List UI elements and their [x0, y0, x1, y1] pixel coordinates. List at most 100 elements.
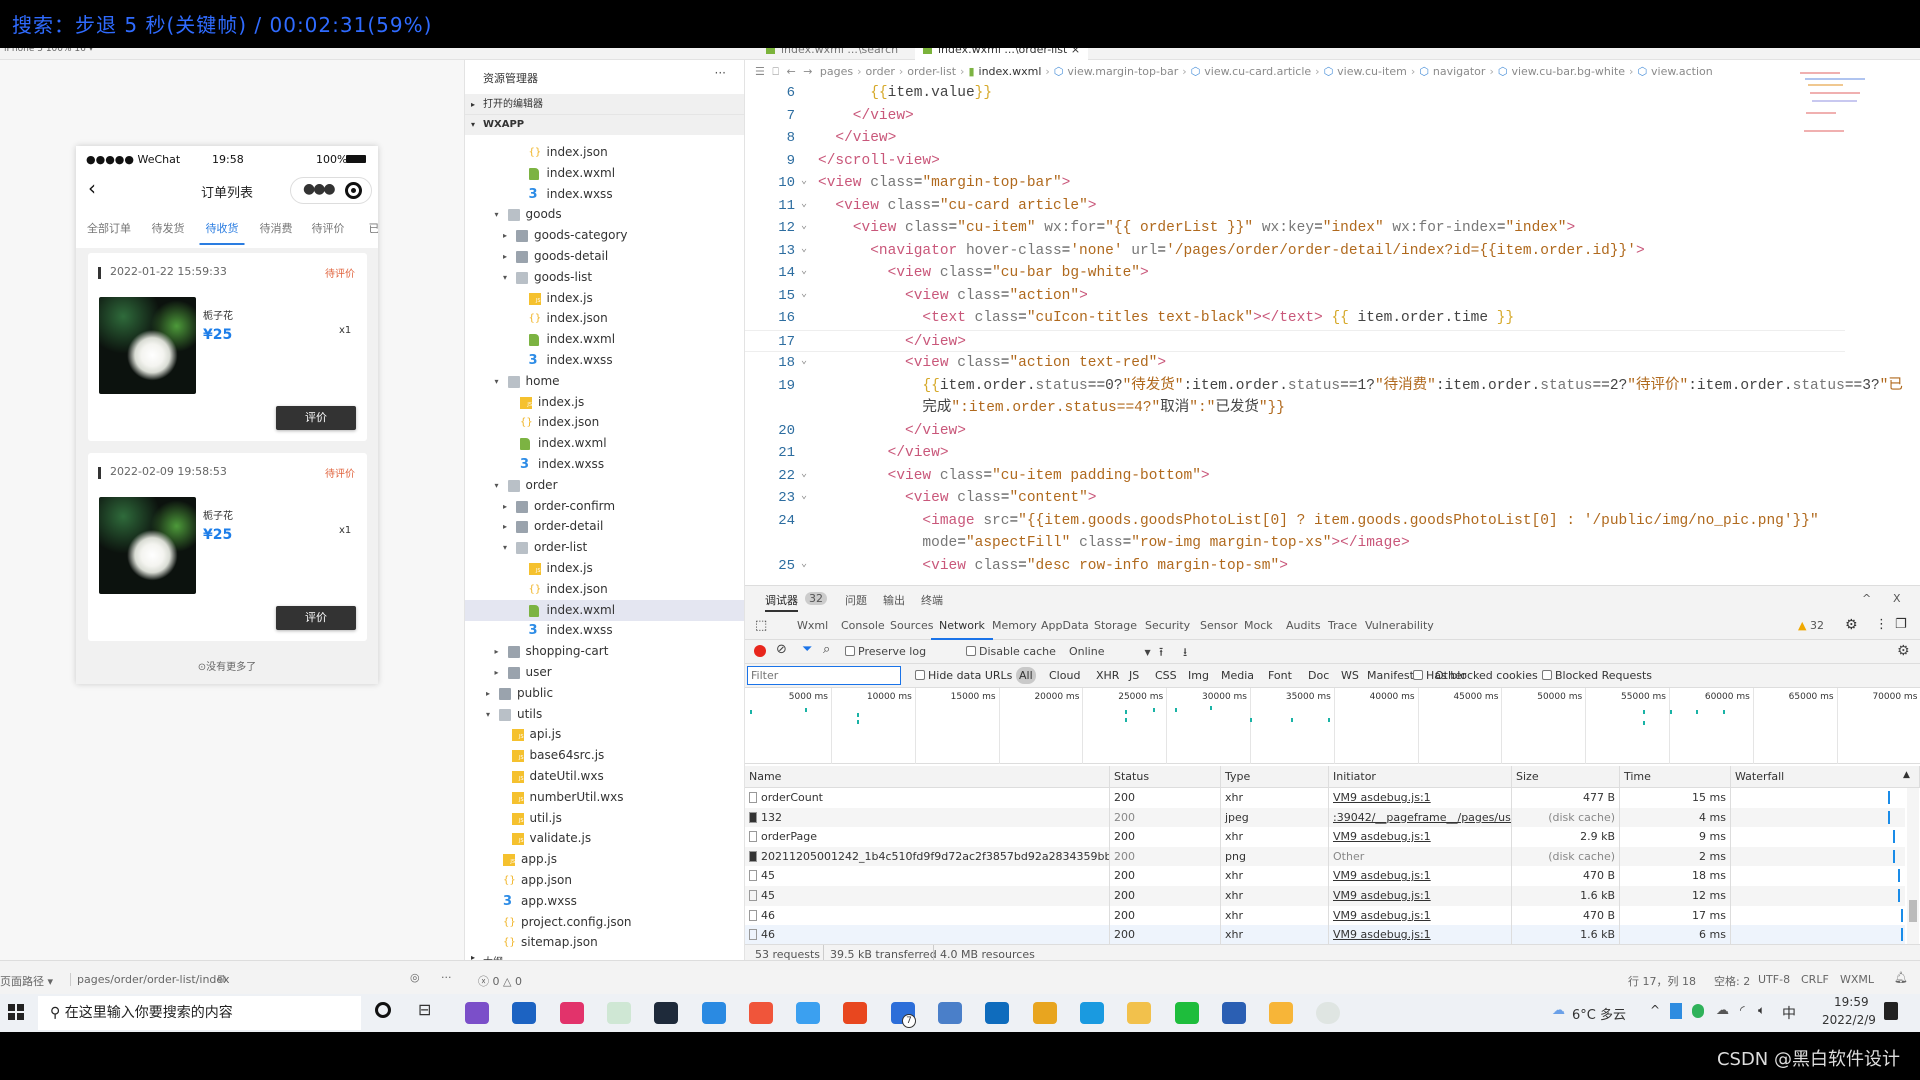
caret-down-icon[interactable]: ▾ [503, 537, 507, 558]
file-validate.js[interactable]: JS validate.js [465, 828, 744, 849]
preserve-log-checkbox[interactable]: Preserve log [845, 645, 926, 658]
caret-right-icon[interactable]: ▸ [486, 683, 490, 704]
folder-order[interactable]: ▾ order [465, 475, 744, 496]
outlook-icon[interactable] [985, 1002, 1010, 1024]
folder-goods-list[interactable]: ▾ goods-list [465, 267, 744, 288]
back-arrow-icon[interactable]: ← [786, 65, 799, 78]
file-app.json[interactable]: {} app.json [465, 870, 744, 891]
sort-arrow-icon[interactable]: ▲ [1903, 770, 1910, 780]
tab-sensor[interactable]: Sensor [1200, 619, 1238, 632]
network-settings-icon[interactable]: ⚙ [1897, 643, 1910, 659]
tab-wxml[interactable]: Wxml [797, 619, 828, 632]
bookmark-icon[interactable]: ⎕ [772, 65, 782, 78]
breadcrumb-item[interactable]: view.cu-card.article [1204, 65, 1311, 78]
folder-goods-category[interactable]: ▸ goods-category [465, 225, 744, 246]
breadcrumb-item[interactable]: order-list [907, 65, 956, 78]
indentation[interactable]: 空格: 2 [1714, 973, 1750, 989]
file-index.js[interactable]: JS index.js [465, 558, 744, 579]
file-index.js[interactable]: JS index.js [465, 392, 744, 413]
wifi-icon[interactable]: ◜ [1740, 1003, 1745, 1017]
breadcrumb-item[interactable]: pages [820, 65, 853, 78]
taskbar-search-box[interactable]: ⚲ 在这里输入你要搜索的内容 [38, 996, 361, 1030]
file-explorer-icon[interactable] [1127, 1002, 1152, 1024]
disable-cache-checkbox[interactable]: Disable cache [966, 645, 1056, 658]
filter-type-ws[interactable]: WS [1341, 669, 1359, 682]
code-line[interactable]: 6 {{item.value}} [745, 82, 1845, 105]
table-row[interactable]: 20211205001242_1b4c510fd9f9d72ac2f3857bd… [745, 846, 1905, 867]
table-row[interactable]: 46 200 xhr VM9 asdebug.js:1 470 B 17 ms [745, 905, 1905, 926]
tray-app-icon[interactable] [1670, 1003, 1682, 1019]
code-line[interactable]: mode="aspectFill" class="row-img margin-… [745, 532, 1845, 555]
export-har-icon[interactable]: ⭳ [1183, 643, 1187, 664]
breadcrumb-item[interactable]: index.wxml [979, 65, 1042, 78]
task-view-icon[interactable]: ⊟ [418, 1000, 431, 1019]
column-header-size[interactable]: Size [1512, 766, 1620, 788]
tab-trace[interactable]: Trace [1328, 619, 1357, 632]
table-row[interactable]: orderPage 200 xhr VM9 asdebug.js:1 2.9 kB 9 m… [745, 827, 1905, 847]
folder-goods[interactable]: ▾ goods [465, 204, 744, 225]
filter-type-img[interactable]: Img [1188, 669, 1209, 682]
fold-chevron-icon[interactable]: ⌄ [801, 555, 807, 575]
order-card[interactable]: 2022-02-09 19:58:53 待评价 栀子花 ¥25 x1 评价 [88, 453, 367, 641]
column-header-initiator[interactable]: Initiator [1329, 766, 1512, 788]
caret-right-icon[interactable]: ▸ [495, 641, 499, 662]
collapse-icon[interactable]: ^ [1862, 592, 1871, 605]
file-app.js[interactable]: JS app.js [465, 849, 744, 870]
tab-to-consume[interactable]: 待消费 [260, 220, 293, 236]
code-line[interactable]: 9 </scroll-view> [745, 150, 1845, 173]
code-line[interactable]: 13 ⌄ <navigator hover-class='none' url='/… [745, 240, 1845, 263]
volume-icon[interactable]: 🔈︎ [1758, 1003, 1765, 1018]
clear-icon[interactable]: ⊘ [776, 642, 787, 657]
code-line[interactable]: 21 </view> [745, 442, 1845, 465]
show-hidden-icons[interactable]: ^ [1650, 1003, 1660, 1017]
wechat-tray-icon[interactable] [1692, 1004, 1704, 1018]
filter-type-cloud[interactable]: Cloud [1049, 669, 1080, 682]
code-line[interactable]: 20 </view> [745, 420, 1845, 443]
caret-down-icon[interactable]: ▾ [495, 475, 499, 496]
caret-right-icon[interactable]: ▸ [495, 662, 499, 683]
folder-goods-detail[interactable]: ▸ goods-detail [465, 246, 744, 267]
settings-icon[interactable]: ⚙ [1845, 617, 1858, 633]
filter-type-doc[interactable]: Doc [1308, 669, 1329, 682]
tab-vulnerability[interactable]: Vulnerability [1365, 619, 1434, 632]
more-icon[interactable]: ··· [715, 66, 726, 80]
filter-input[interactable] [747, 666, 901, 685]
line-ending[interactable]: CRLF [1801, 973, 1829, 986]
file-util.js[interactable]: JS util.js [465, 808, 744, 829]
more-icon[interactable]: ●●● [303, 181, 336, 197]
file-index.json[interactable]: {} index.json [465, 142, 744, 163]
tab-to-review[interactable]: 待评价 [312, 220, 345, 236]
iqiyi-icon[interactable] [1174, 1002, 1199, 1024]
folder-shopping-cart[interactable]: ▸ shopping-cart [465, 641, 744, 662]
filter-type-media[interactable]: Media [1221, 669, 1254, 682]
caret-down-icon[interactable]: ▾ [503, 267, 507, 288]
close-icon[interactable]: X [1893, 592, 1901, 605]
tab-to-receive[interactable]: 待收货 [199, 220, 245, 245]
has-blocked-cookies-checkbox[interactable]: Has blocked cookies [1413, 669, 1538, 682]
dock-icon[interactable]: ❐ [1895, 617, 1907, 632]
folder-home[interactable]: ▾ home [465, 371, 744, 392]
order-card[interactable]: 2022-01-22 15:59:33 待评价 栀子花 ¥25 x1 评价 [88, 253, 367, 441]
file-index.wxml[interactable]: index.wxml [465, 163, 744, 184]
language-mode[interactable]: WXML [1840, 973, 1874, 986]
fold-chevron-icon[interactable]: ⌄ [801, 352, 807, 372]
vscode-icon[interactable] [701, 1002, 726, 1024]
table-row[interactable]: 45 200 xhr VM9 asdebug.js:1 470 B 18 ms [745, 866, 1905, 886]
import-har-icon[interactable]: ⭱ [1159, 643, 1163, 664]
folder-order-list[interactable]: ▾ order-list [465, 537, 744, 558]
file-index.js[interactable]: JS index.js [465, 288, 744, 309]
table-scrollbar[interactable] [1907, 788, 1919, 945]
page-path[interactable]: pages/order/order-list/index [70, 973, 230, 986]
code-line[interactable]: 18 ⌄ <view class="action text-red"> [745, 352, 1845, 375]
code-line[interactable]: 完成":item.order.status==4?"取消":"已发货"}} [745, 397, 1845, 420]
cursor-position[interactable]: 行 17，列 18 [1628, 973, 1696, 989]
caret-down-icon[interactable]: ▾ [495, 371, 499, 392]
file-index.wxml[interactable]: index.wxml [465, 329, 744, 350]
cell-initiator[interactable]: VM9 asdebug.js:1 [1329, 886, 1512, 906]
table-row[interactable]: 132 200 jpeg:39042/__pageframe__/pages/us.… [745, 807, 1905, 828]
file-index.wxss[interactable]: 3 index.wxss [465, 350, 744, 371]
blocked-requests-checkbox[interactable]: Blocked Requests [1542, 669, 1652, 682]
tab-console[interactable]: Console [841, 619, 885, 632]
chrome-icon[interactable] [1032, 1002, 1057, 1024]
caret-right-icon[interactable]: ▸ [503, 516, 507, 537]
